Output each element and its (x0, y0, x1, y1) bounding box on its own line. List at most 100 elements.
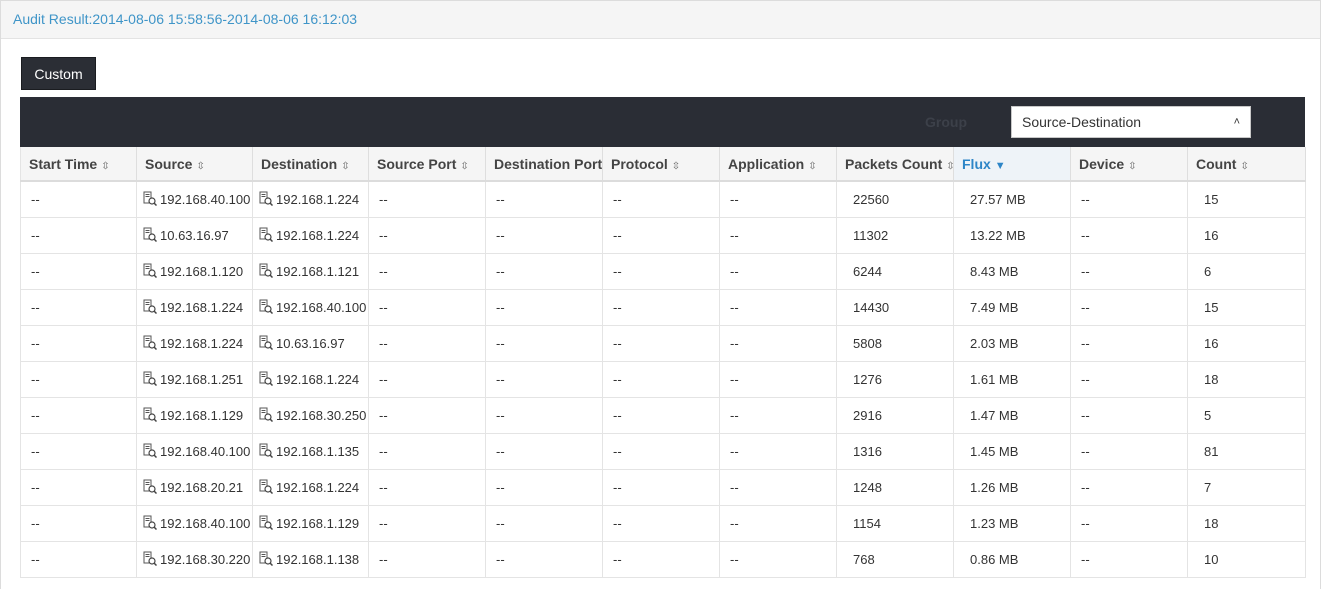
column-header-destination-port[interactable]: Destination Port⇳ (485, 147, 603, 182)
cell-source-port: -- (368, 325, 486, 362)
column-header-count[interactable]: Count ⇳ (1187, 147, 1306, 182)
cell-source-port: -- (368, 541, 486, 578)
host-lookup-icon[interactable] (143, 443, 158, 459)
cell-packets-count: 1154 (836, 505, 954, 542)
cell-destination[interactable]: 192.168.1.224 (252, 469, 369, 506)
ip-address: 192.168.1.121 (276, 264, 360, 279)
cell-source[interactable]: 192.168.1.224 (136, 289, 253, 326)
cell-count: 15 (1187, 289, 1306, 326)
cell-destination[interactable]: 192.168.40.100 (252, 289, 369, 326)
column-header-start-time[interactable]: Start Time ⇳ (20, 147, 137, 182)
cell-destination-port: -- (485, 505, 603, 542)
host-lookup-icon[interactable] (143, 299, 158, 315)
cell-destination[interactable]: 192.168.1.224 (252, 181, 369, 218)
cell-packets-count: 14430 (836, 289, 954, 326)
cell-source[interactable]: 192.168.20.21 (136, 469, 253, 506)
table-row[interactable]: -- 192.168.1.224 192.168.40.100 -- -- -- -- 144… (20, 289, 1306, 326)
cell-destination[interactable]: 10.63.16.97 (252, 325, 369, 362)
host-lookup-icon[interactable] (259, 299, 274, 315)
column-header-flux[interactable]: Flux ▼ (953, 147, 1071, 182)
cell-protocol: -- (602, 325, 720, 362)
column-header-label: Application (728, 155, 805, 172)
sort-icon: ⇳ (808, 160, 817, 172)
cell-destination[interactable]: 192.168.1.138 (252, 541, 369, 578)
cell-destination[interactable]: 192.168.1.224 (252, 217, 369, 254)
group-select-value: Source-Destination (1022, 114, 1142, 130)
host-lookup-icon[interactable] (143, 479, 158, 495)
cell-source[interactable]: 192.168.1.120 (136, 253, 253, 290)
column-header-packets-count[interactable]: Packets Count⇳ (836, 147, 954, 182)
table-row[interactable]: -- 192.168.40.100 192.168.1.129 -- -- -- -- 115… (20, 505, 1306, 542)
column-header-source-port[interactable]: Source Port ⇳ (368, 147, 486, 182)
column-header-label: Source (145, 155, 193, 172)
table-row[interactable]: -- 192.168.1.224 10.63.16.97 -- -- -- -- 5808 2.… (20, 325, 1306, 362)
cell-source[interactable]: 192.168.30.220 (136, 541, 253, 578)
column-header-destination[interactable]: Destination ⇳ (252, 147, 369, 182)
host-lookup-icon[interactable] (259, 371, 274, 387)
host-lookup-icon[interactable] (259, 443, 274, 459)
column-header-protocol[interactable]: Protocol ⇳ (602, 147, 720, 182)
cell-packets-count: 5808 (836, 325, 954, 362)
host-lookup-icon[interactable] (259, 479, 274, 495)
cell-destination-port: -- (485, 469, 603, 506)
cell-source-port: -- (368, 181, 486, 218)
host-lookup-icon[interactable] (143, 335, 158, 351)
table-row[interactable]: -- 192.168.40.100 192.168.1.224 -- -- -- -- 225… (20, 181, 1306, 218)
host-lookup-icon[interactable] (143, 407, 158, 423)
custom-button[interactable]: Custom (21, 57, 96, 90)
cell-destination[interactable]: 192.168.1.224 (252, 361, 369, 398)
host-lookup-icon[interactable] (259, 227, 274, 243)
cell-packets-count: 11302 (836, 217, 954, 254)
ip-address: 192.168.1.129 (160, 408, 244, 423)
cell-flux: 1.47 MB (953, 397, 1071, 434)
cell-application: -- (719, 181, 837, 218)
group-select[interactable]: Source-Destination ˄ (1011, 106, 1251, 138)
host-lookup-icon[interactable] (259, 515, 274, 531)
cell-source[interactable]: 192.168.1.251 (136, 361, 253, 398)
cell-destination[interactable]: 192.168.30.250 (252, 397, 369, 434)
cell-source[interactable]: 10.63.16.97 (136, 217, 253, 254)
table-row[interactable]: -- 192.168.40.100 192.168.1.135 -- -- -- -- 131… (20, 433, 1306, 470)
host-lookup-icon[interactable] (143, 371, 158, 387)
host-lookup-icon[interactable] (143, 263, 158, 279)
cell-source[interactable]: 192.168.40.100 (136, 505, 253, 542)
host-lookup-icon[interactable] (143, 191, 158, 207)
cell-application: -- (719, 253, 837, 290)
cell-source[interactable]: 192.168.40.100 (136, 181, 253, 218)
cell-flux: 2.03 MB (953, 325, 1071, 362)
sort-icon: ⇳ (460, 160, 469, 172)
column-header-application[interactable]: Application ⇳ (719, 147, 837, 182)
table-row[interactable]: -- 192.168.30.220 192.168.1.138 -- -- -- -- 768… (20, 541, 1306, 578)
cell-source[interactable]: 192.168.40.100 (136, 433, 253, 470)
cell-source[interactable]: 192.168.1.129 (136, 397, 253, 434)
host-lookup-icon[interactable] (143, 515, 158, 531)
cell-destination-port: -- (485, 361, 603, 398)
sort-icon: ⇳ (101, 160, 110, 172)
ip-address: 192.168.1.138 (276, 552, 360, 567)
cell-flux: 0.86 MB (953, 541, 1071, 578)
host-lookup-icon[interactable] (143, 227, 158, 243)
table-row[interactable]: -- 192.168.1.120 192.168.1.121 -- -- -- -- 6244… (20, 253, 1306, 290)
cell-destination[interactable]: 192.168.1.129 (252, 505, 369, 542)
host-lookup-icon[interactable] (259, 551, 274, 567)
cell-destination[interactable]: 192.168.1.121 (252, 253, 369, 290)
host-lookup-icon[interactable] (259, 263, 274, 279)
column-header-device[interactable]: Device ⇳ (1070, 147, 1188, 182)
sort-icon: ⇳ (1128, 160, 1137, 172)
host-lookup-icon[interactable] (143, 551, 158, 567)
table-row[interactable]: -- 10.63.16.97 192.168.1.224 -- -- -- -- 11302 1… (20, 217, 1306, 254)
host-lookup-icon[interactable] (259, 407, 274, 423)
cell-device: -- (1070, 433, 1188, 470)
column-header-source[interactable]: Source ⇳ (136, 147, 253, 182)
table-row[interactable]: -- 192.168.1.129 192.168.30.250 -- -- -- -- 291… (20, 397, 1306, 434)
host-lookup-icon[interactable] (259, 191, 274, 207)
cell-destination[interactable]: 192.168.1.135 (252, 433, 369, 470)
host-lookup-icon[interactable] (259, 335, 274, 351)
table-row[interactable]: -- 192.168.1.251 192.168.1.224 -- -- -- -- 1276… (20, 361, 1306, 398)
ip-address: 192.168.1.251 (160, 372, 244, 387)
cell-start-time: -- (20, 433, 137, 470)
cell-application: -- (719, 433, 837, 470)
cell-source[interactable]: 192.168.1.224 (136, 325, 253, 362)
table-row[interactable]: -- 192.168.20.21 192.168.1.224 -- -- -- -- 1248… (20, 469, 1306, 506)
ip-address: 192.168.1.224 (276, 372, 360, 387)
